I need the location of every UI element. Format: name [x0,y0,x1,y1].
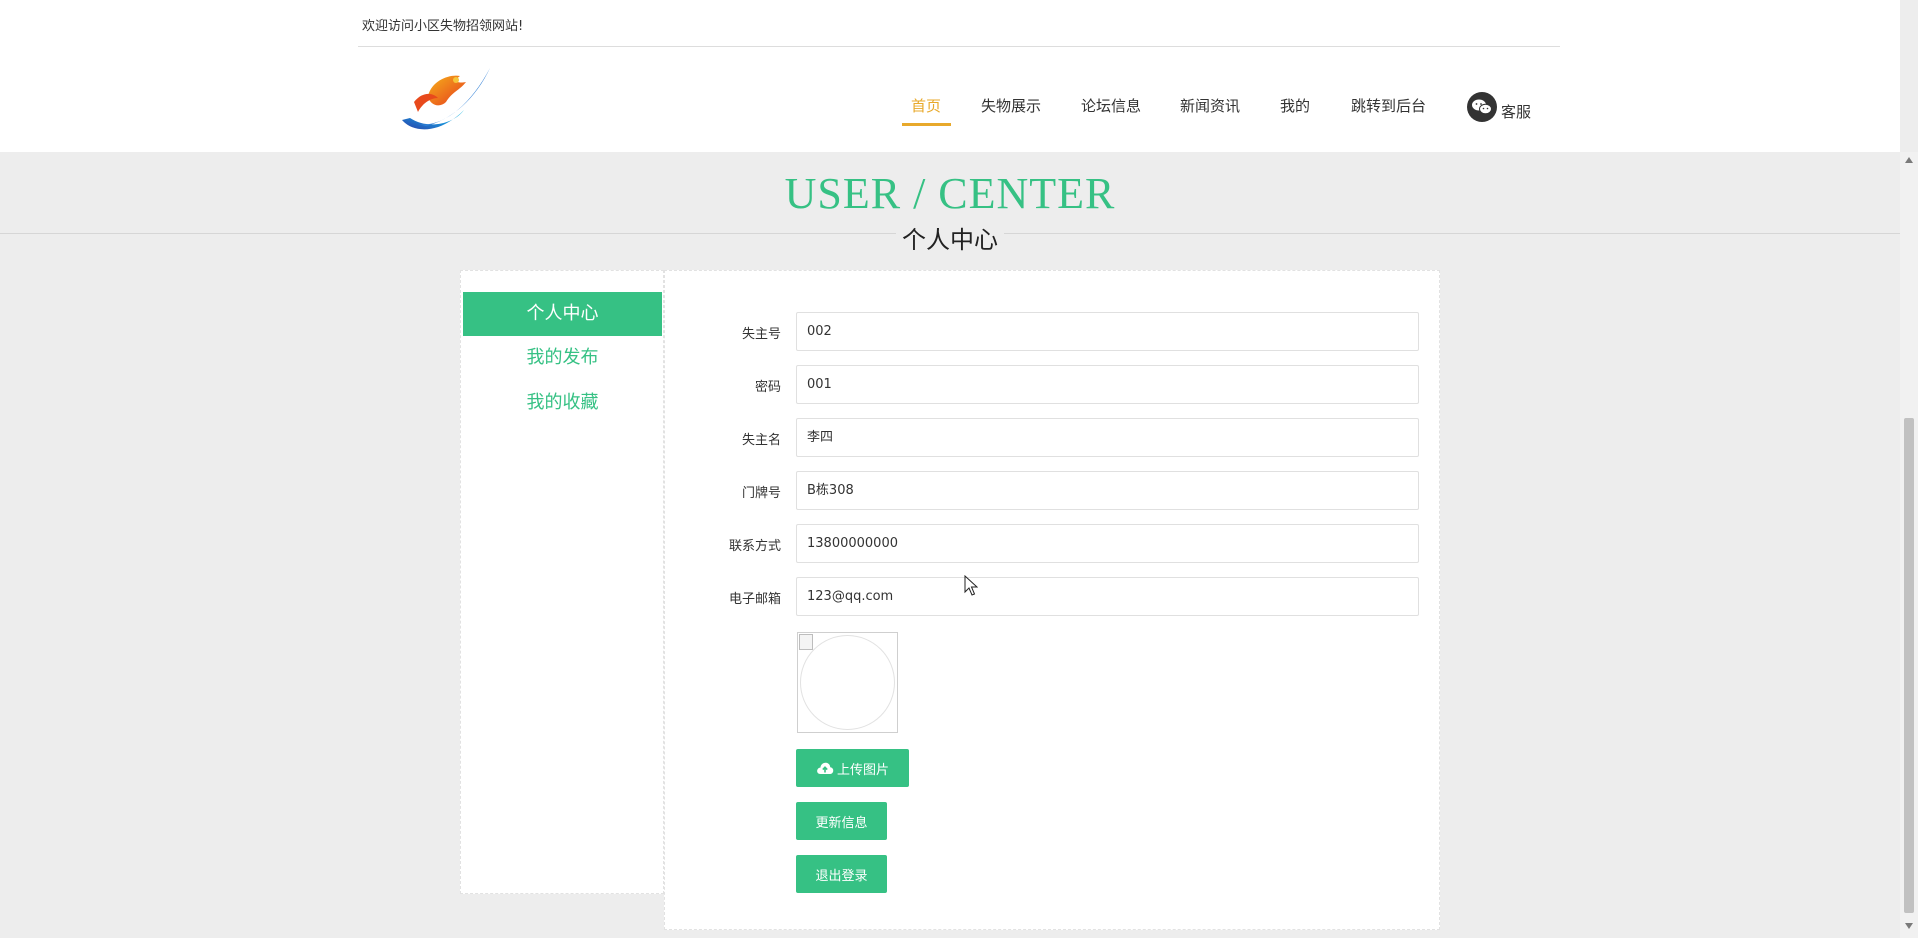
cloud-upload-icon [817,762,834,774]
sidebar-item-favorites[interactable]: 我的收藏 [463,381,662,425]
sidebar-item-my-posts[interactable]: 我的发布 [463,336,662,380]
door-number-field[interactable]: B栋308 [796,471,1419,510]
main-nav: 首页 失物展示 论坛信息 新闻资讯 我的 跳转到后台 [0,95,1900,135]
door-number-label: 门牌号 [741,486,781,501]
password-label: 密码 [754,380,781,395]
nav-item-mine[interactable]: 我的 [1280,95,1310,116]
page-scrollbar[interactable] [1900,152,1918,938]
nav-item-admin[interactable]: 跳转到后台 [1351,95,1426,116]
owner-id-label: 失主号 [741,327,781,342]
contact-label: 联系方式 [728,539,781,554]
owner-name-label: 失主名 [741,433,781,448]
scroll-up-icon[interactable] [1905,157,1913,163]
upload-image-button[interactable]: 上传图片 [796,749,909,787]
upload-image-label: 上传图片 [836,762,889,778]
contact-field[interactable]: 13800000000 [796,524,1419,563]
password-field[interactable]: 001 [796,365,1419,404]
sidebar-item-profile[interactable]: 个人中心 [463,292,662,336]
nav-item-lost-items[interactable]: 失物展示 [981,95,1041,116]
scroll-down-icon[interactable] [1905,923,1913,929]
owner-id-field[interactable]: 002 [796,312,1419,351]
nav-active-indicator [902,123,951,126]
nav-item-news[interactable]: 新闻资讯 [1180,95,1240,116]
avatar [797,632,898,733]
scrollbar-thumb[interactable] [1904,418,1914,913]
update-info-label: 更新信息 [815,815,868,831]
logout-label: 退出登录 [815,868,868,884]
header-divider [358,46,1560,47]
customer-service-link[interactable]: 客服 [1501,101,1531,122]
broken-image-icon [799,634,813,650]
page-title-cn: 个人中心 [902,226,998,254]
page-title-en: USER / CENTER [784,169,1116,218]
avatar-placeholder-circle [800,635,895,730]
mouse-cursor-icon [964,575,978,596]
email-label: 电子邮箱 [728,592,781,607]
sidebar: 个人中心 我的发布 我的收藏 [460,270,664,894]
owner-name-field[interactable]: 李四 [796,418,1419,457]
logout-button[interactable]: 退出登录 [796,855,887,893]
top-header: 欢迎访问小区失物招领网站! 首页 失物展示 论坛信息 新闻资讯 我的 跳转到后台 [0,0,1900,152]
nav-item-forum[interactable]: 论坛信息 [1081,95,1141,116]
wechat-icon[interactable] [1467,92,1497,122]
update-info-button[interactable]: 更新信息 [796,802,887,840]
nav-item-home[interactable]: 首页 [911,95,941,116]
welcome-text: 欢迎访问小区失物招领网站! [362,19,524,34]
email-field[interactable]: 123@qq.com [796,577,1419,616]
